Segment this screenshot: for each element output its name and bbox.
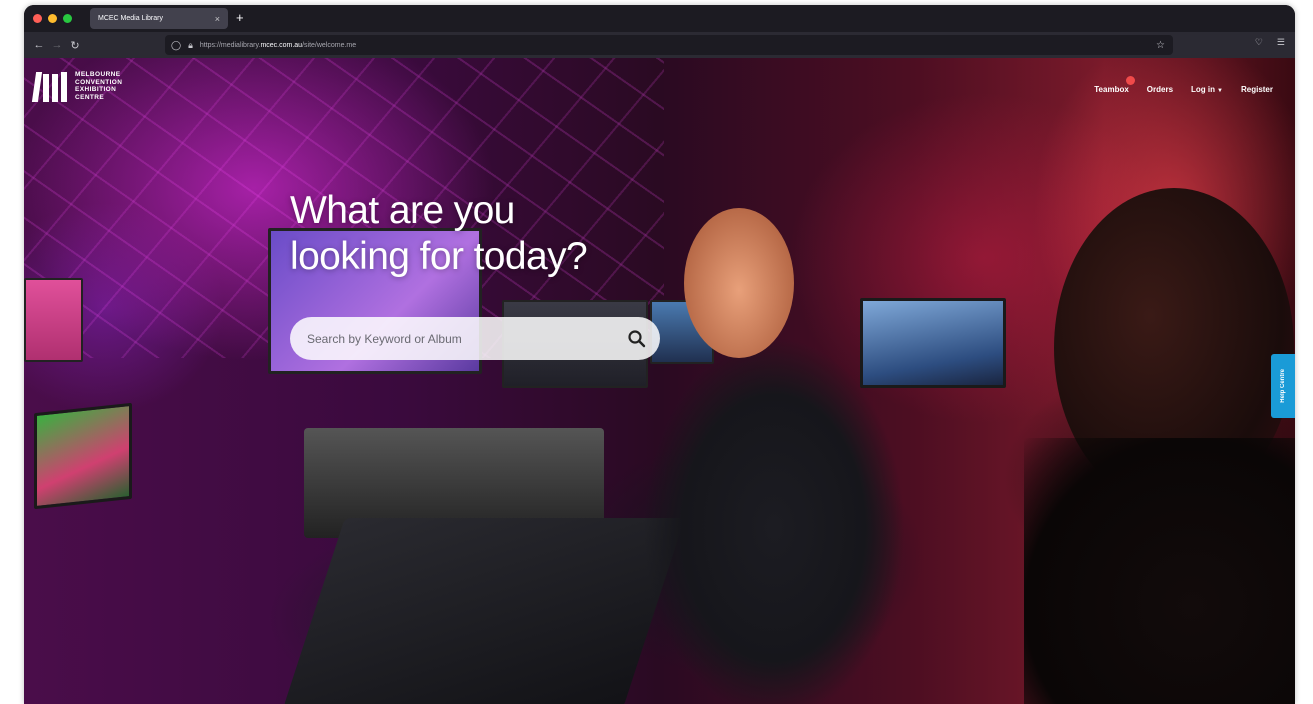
- logo-line: CONVENTION: [75, 78, 123, 86]
- close-window-button[interactable]: [33, 14, 42, 23]
- background-monitor: [24, 278, 83, 362]
- foreground-person: [1024, 438, 1295, 704]
- background-mixing-console: [283, 518, 685, 704]
- close-tab-icon[interactable]: ×: [215, 14, 220, 24]
- logo-line: CENTRE: [75, 93, 105, 101]
- search-input[interactable]: [305, 330, 626, 347]
- nav-register[interactable]: Register: [1241, 85, 1273, 94]
- nav-orders[interactable]: Orders: [1147, 85, 1173, 94]
- nav-login-label: Log in: [1191, 85, 1216, 94]
- maximize-window-button[interactable]: [63, 14, 72, 23]
- help-centre-label: Help Centre: [1280, 369, 1286, 403]
- nav-bar: ← → ↻ ◯ 🔒︎ https://medialibrary.mcec.com…: [24, 32, 1295, 58]
- shield-icon[interactable]: ◯: [171, 40, 181, 51]
- tab-bar: MCEC Media Library × +: [24, 5, 1295, 32]
- window-controls: [33, 14, 72, 23]
- minimize-window-button[interactable]: [48, 14, 57, 23]
- pocket-icon[interactable]: ♡: [1255, 37, 1263, 48]
- url-text: https://medialibrary.mcec.com.au/site/we…: [200, 42, 356, 49]
- hero-title-line: What are you: [290, 189, 515, 232]
- site-nav: Teambox Orders Log in ▼ Register: [1094, 76, 1273, 94]
- tab-title: MCEC Media Library: [98, 15, 163, 22]
- site-logo[interactable]: MELBOURNE CONVENTION EXHIBITION CENTRE: [31, 68, 122, 104]
- mcec-logo-icon: [31, 68, 70, 104]
- search-bar: [290, 317, 660, 360]
- background-person-head: [684, 208, 794, 358]
- search-icon: [628, 329, 646, 347]
- nav-login[interactable]: Log in ▼: [1191, 85, 1223, 94]
- back-icon[interactable]: ←: [30, 39, 48, 51]
- logo-text: MELBOURNE CONVENTION EXHIBITION CENTRE: [75, 71, 122, 101]
- background-monitor: [34, 402, 132, 510]
- url-prefix: https://medialibrary.: [199, 41, 261, 49]
- lock-icon[interactable]: 🔒︎: [188, 40, 193, 51]
- page-content: MELBOURNE CONVENTION EXHIBITION CENTRE T…: [24, 58, 1295, 704]
- toolbar-right: ♡ ☰: [1255, 37, 1285, 48]
- menu-icon[interactable]: ☰: [1277, 37, 1285, 48]
- search-button[interactable]: [626, 328, 648, 350]
- url-domain: mcec.com.au: [260, 41, 303, 49]
- logo-line: EXHIBITION: [75, 86, 117, 93]
- browser-window: MCEC Media Library × + ← → ↻ ◯ 🔒︎ https:…: [24, 5, 1295, 704]
- chevron-down-icon: ▼: [1217, 88, 1223, 94]
- forward-icon[interactable]: →: [48, 39, 66, 51]
- nav-teambox[interactable]: Teambox: [1094, 76, 1135, 94]
- nav-teambox-label: Teambox: [1094, 85, 1129, 94]
- url-path: /site/welcome.me: [302, 41, 357, 49]
- browser-tab[interactable]: MCEC Media Library ×: [90, 8, 228, 29]
- hero-title-line: looking for today?: [290, 235, 588, 278]
- bookmark-star-icon[interactable]: ☆: [1156, 40, 1165, 51]
- new-tab-button[interactable]: +: [236, 10, 244, 25]
- address-bar[interactable]: ◯ 🔒︎ https://medialibrary.mcec.com.au/si…: [165, 35, 1173, 55]
- help-centre-tab[interactable]: Help Centre: [1271, 354, 1295, 418]
- logo-line: MELBOURNE: [75, 71, 121, 78]
- hero-title: What are you looking for today?: [290, 188, 670, 280]
- reload-icon[interactable]: ↻: [66, 39, 84, 52]
- background-person: [644, 318, 904, 704]
- notification-badge: [1125, 76, 1135, 85]
